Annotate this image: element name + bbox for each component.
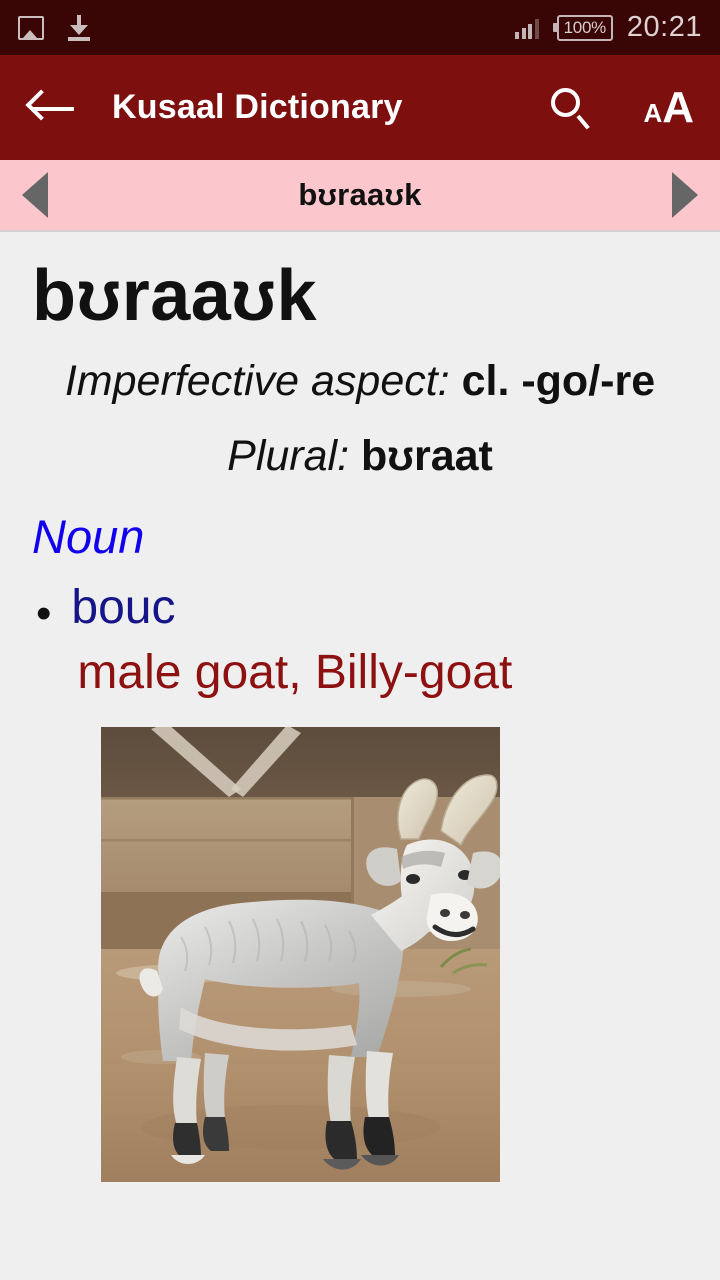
status-bar: 100% 20:21 bbox=[0, 0, 720, 55]
page-title: Kusaal Dictionary bbox=[112, 88, 403, 126]
status-clock: 20:21 bbox=[626, 11, 702, 43]
sense-texts: bouc male goat, Billy-goat bbox=[71, 580, 698, 703]
app-bar-actions: A A bbox=[549, 83, 694, 133]
status-bar-right-icons: 100% 20:21 bbox=[515, 11, 702, 44]
dictionary-entry: bʊraaʊk Imperfective aspect: cl. -go/-re… bbox=[0, 232, 720, 1182]
inflection-label: Plural: bbox=[227, 431, 350, 480]
text-size-big-a: A bbox=[662, 82, 694, 132]
entry-image-container bbox=[22, 703, 698, 1182]
goat-photo[interactable] bbox=[101, 726, 500, 1182]
current-entry-word: bʊraaʊk bbox=[298, 177, 422, 212]
inflection-plural: Plural: bʊraat bbox=[22, 412, 698, 487]
text-size-icon[interactable]: A A bbox=[643, 83, 694, 133]
next-entry-arrow-icon[interactable] bbox=[672, 172, 698, 218]
entry-nav-strip: bʊraaʊk bbox=[0, 160, 720, 232]
download-icon bbox=[66, 14, 92, 41]
sense-item: • bouc male goat, Billy-goat bbox=[22, 564, 698, 703]
photo-icon bbox=[18, 15, 44, 40]
inflection-label: Imperfective aspect: bbox=[64, 356, 450, 405]
text-size-small-a: A bbox=[643, 97, 663, 128]
gloss-french: bouc bbox=[71, 580, 176, 634]
inflection-value: bʊraat bbox=[360, 431, 493, 480]
battery-icon: 100% bbox=[552, 14, 613, 41]
app-bar: Kusaal Dictionary A A bbox=[0, 55, 720, 160]
battery-level: 100% bbox=[556, 14, 613, 41]
previous-entry-arrow-icon[interactable] bbox=[22, 172, 48, 218]
part-of-speech: Noun bbox=[32, 509, 145, 563]
goat-photo-artwork bbox=[101, 726, 500, 1182]
signal-icon bbox=[515, 17, 539, 39]
sense-bullet: • bbox=[36, 588, 52, 638]
status-bar-left-icons bbox=[18, 14, 92, 41]
inflection-imperfective: Imperfective aspect: cl. -go/-re bbox=[22, 337, 698, 412]
gloss-english: male goat, Billy-goat bbox=[77, 646, 513, 700]
inflection-value: cl. -go/-re bbox=[461, 356, 656, 405]
back-arrow-icon[interactable] bbox=[25, 81, 80, 135]
entry-headword: bʊraaʊk bbox=[32, 256, 318, 336]
search-icon[interactable] bbox=[549, 86, 593, 130]
